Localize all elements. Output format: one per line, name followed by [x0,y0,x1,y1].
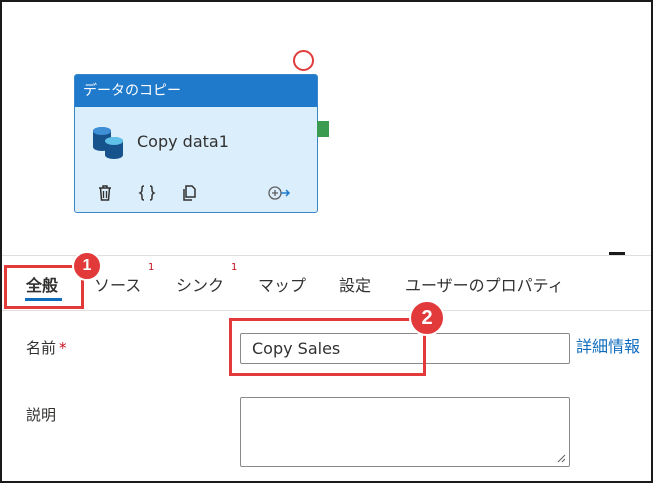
tab-source[interactable]: ソース [94,272,141,296]
activity-name: Copy data1 [137,132,229,151]
tab-user-properties[interactable]: ユーザーのプロパティ [405,272,564,296]
tab-sink[interactable]: シンク [176,272,224,296]
description-label: 説明 [26,406,57,424]
activity-type-label: データのコピー [75,75,317,107]
resize-grip-icon[interactable] [556,453,566,463]
name-label-text: 名前 [26,339,57,357]
sink-error-badge: 1 [231,262,238,273]
tab-mapping[interactable]: マップ [258,272,306,296]
validation-status-icon [293,50,314,71]
callout-box-general-tab [4,265,84,309]
more-info-link[interactable]: 詳細情報 [576,333,640,357]
copy-icon[interactable] [180,183,200,203]
callout-badge-1: 1 [72,251,102,281]
required-mark: * [59,339,67,357]
code-braces-icon[interactable] [137,183,157,203]
delete-icon[interactable] [95,183,115,203]
copy-activity-node[interactable]: データのコピー Copy data1 [74,74,318,213]
callout-badge-2: 2 [409,300,445,336]
copy-database-icon [93,127,123,159]
add-output-arrow-icon[interactable] [267,183,291,203]
description-input[interactable] [240,397,570,467]
tab-settings[interactable]: 設定 [339,272,371,296]
callout-box-name-field [229,318,426,376]
success-output-port[interactable] [317,121,329,137]
name-label: 名前 * [26,337,67,358]
source-error-badge: 1 [148,262,155,273]
tabbar-divider [2,310,651,311]
